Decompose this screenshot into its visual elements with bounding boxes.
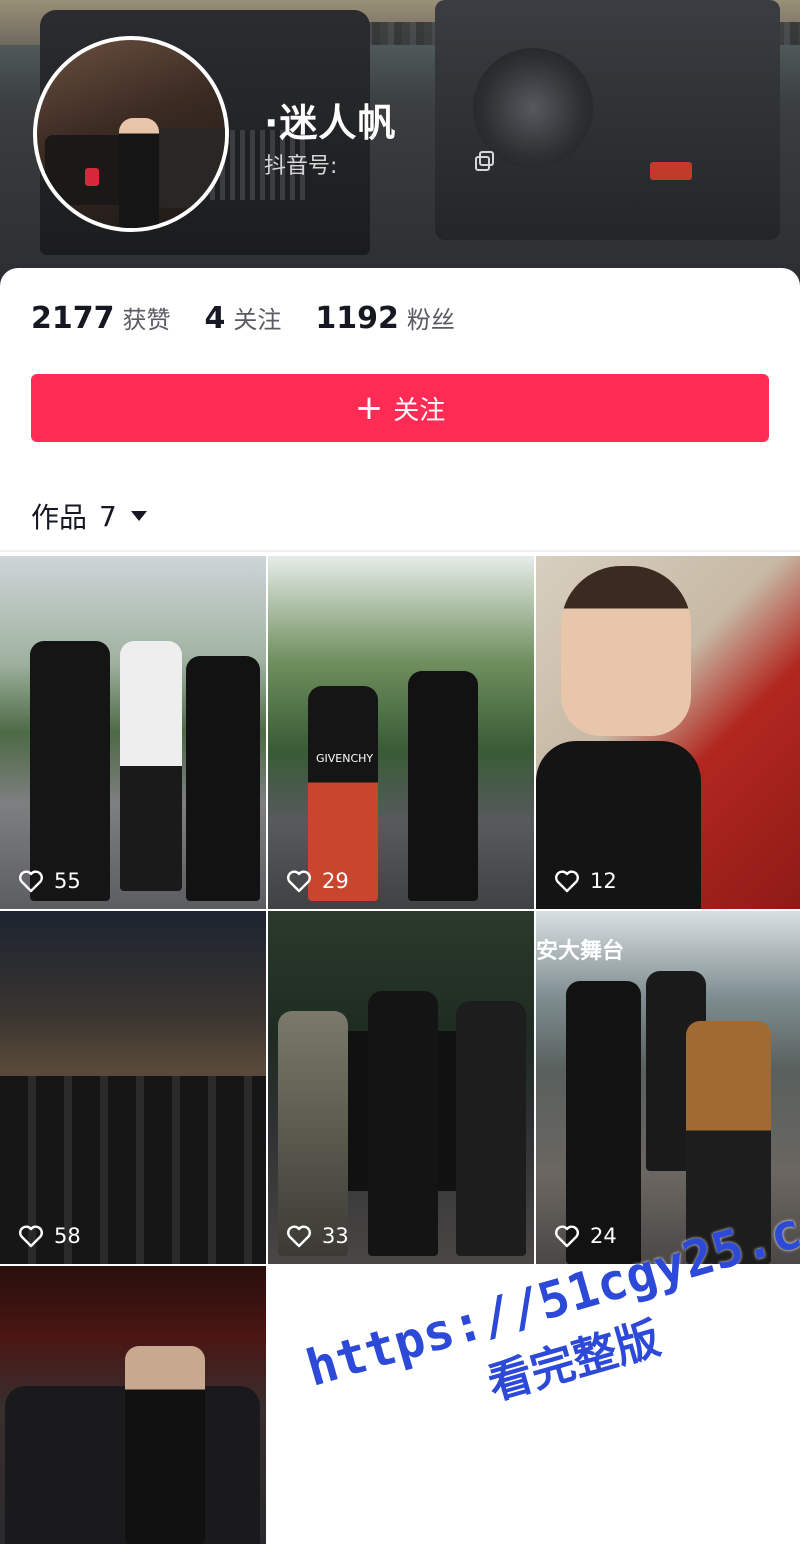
- heart-outline-icon: [287, 1225, 311, 1248]
- like-count: 29: [286, 869, 349, 893]
- stat-likes[interactable]: 2177 获赞: [31, 300, 171, 336]
- sign-text: 安大舞台: [536, 939, 625, 964]
- like-count: 12: [554, 869, 617, 893]
- like-count: 33: [286, 1224, 349, 1248]
- video-thumbnail[interactable]: 55: [0, 556, 266, 909]
- copy-icon[interactable]: [474, 150, 496, 172]
- banner-car-right: [435, 0, 780, 240]
- tail-light: [650, 162, 692, 180]
- figure: [566, 981, 641, 1264]
- follow-button-label: 关注: [393, 395, 446, 426]
- figure: [278, 1011, 348, 1256]
- profile-stats: 2177 获赞 4 关注 1192 粉丝: [31, 300, 489, 336]
- like-count-value: 55: [54, 869, 81, 893]
- heart-outline-icon: [287, 870, 311, 893]
- divider: [0, 550, 800, 552]
- stat-label: 粉丝: [406, 306, 455, 334]
- stat-label: 获赞: [122, 306, 171, 334]
- video-thumbnail[interactable]: 12: [536, 556, 800, 909]
- figure: [125, 1346, 205, 1544]
- heart-outline-icon: [19, 870, 43, 893]
- avatar-car-right: [157, 128, 225, 208]
- stat-value: 2177: [31, 301, 115, 336]
- heart-outline-icon: [555, 870, 579, 893]
- like-count-value: 12: [590, 869, 617, 893]
- video-thumbnail[interactable]: 58: [0, 911, 266, 1264]
- video-thumbnail[interactable]: GIVENCHY 29: [268, 556, 534, 909]
- figure: [408, 671, 478, 901]
- stat-following[interactable]: 4 关注: [205, 300, 282, 336]
- heart-outline-icon: [19, 1225, 43, 1248]
- like-count-value: 29: [322, 869, 349, 893]
- avatar-person: [119, 118, 159, 228]
- stat-label: 关注: [233, 306, 282, 334]
- face: [561, 566, 691, 736]
- video-thumbnail[interactable]: [0, 1266, 266, 1544]
- heart-outline-icon: [555, 1225, 579, 1248]
- stat-value: 4: [204, 301, 226, 336]
- figure: [120, 641, 182, 891]
- figure: [186, 656, 260, 901]
- like-count-value: 24: [590, 1224, 617, 1248]
- shirt-text: GIVENCHY: [316, 752, 374, 765]
- figure: [456, 1001, 526, 1256]
- douyin-id-label: 抖音号:: [264, 154, 338, 179]
- like-count: 58: [18, 1224, 81, 1248]
- works-tab-label: 作品: [31, 501, 88, 534]
- tab-works[interactable]: 作品 7: [31, 496, 147, 536]
- caret-down-icon: [130, 511, 147, 521]
- like-count: 24: [554, 1224, 617, 1248]
- figure: [30, 641, 110, 901]
- like-count-value: 58: [54, 1224, 81, 1248]
- avatar[interactable]: [33, 36, 229, 232]
- stat-followers[interactable]: 1192 粉丝: [315, 300, 455, 336]
- plus-icon: +: [354, 388, 384, 428]
- stat-value: 1192: [315, 301, 399, 336]
- avatar-tail-light: [85, 168, 99, 186]
- nickname: ·迷人帆: [264, 101, 397, 145]
- like-count-value: 33: [322, 1224, 349, 1248]
- video-thumbnail[interactable]: 33: [268, 911, 534, 1264]
- follow-button[interactable]: + 关注: [31, 374, 769, 442]
- figure: [368, 991, 438, 1256]
- works-count: 7: [99, 499, 117, 533]
- like-count: 55: [18, 869, 81, 893]
